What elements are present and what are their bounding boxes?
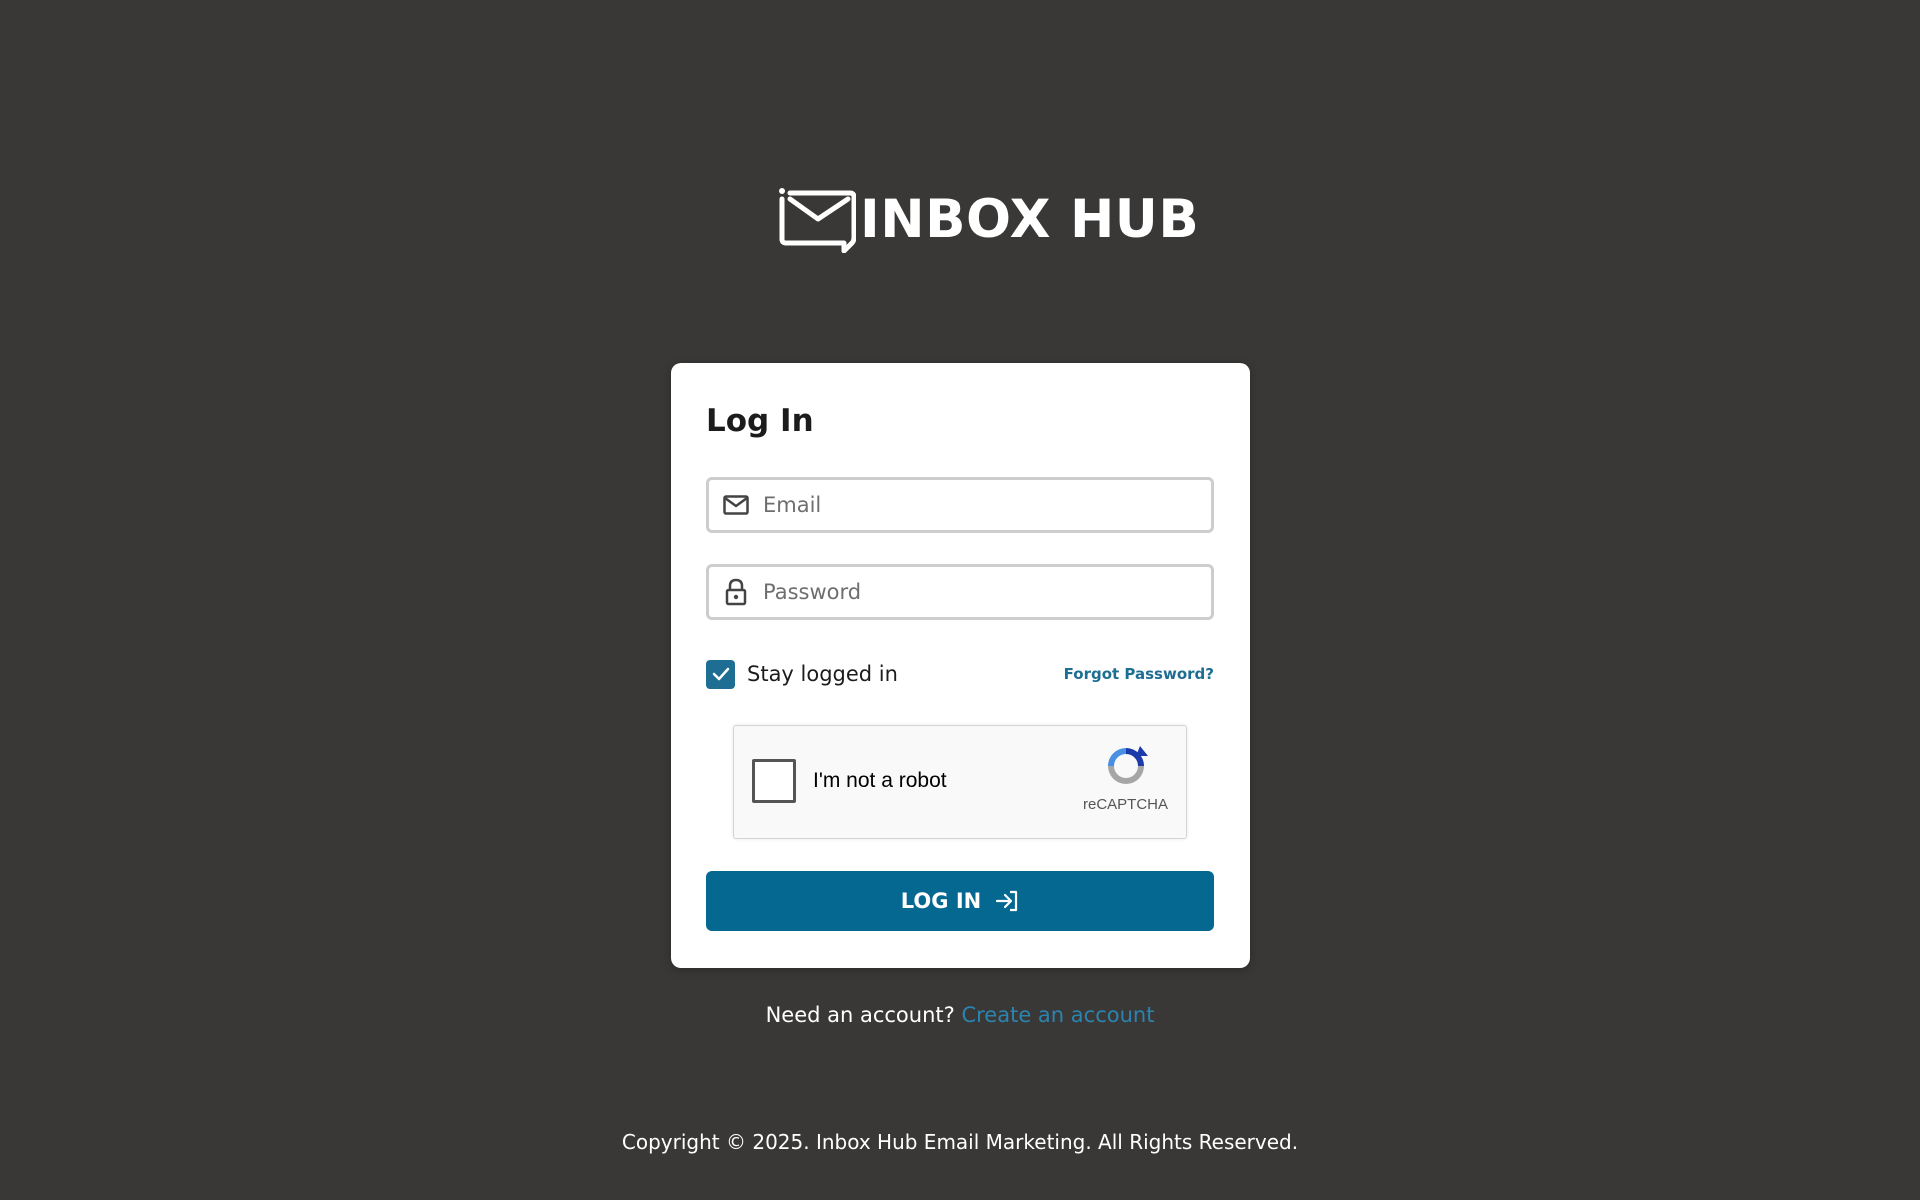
brand-name: INBOX HUB [860, 189, 1200, 250]
envelope-chat-icon [779, 188, 856, 253]
stay-logged-in-label: Stay logged in [747, 662, 898, 686]
login-card: Log In Email Stay logged in Forgot Passw… [671, 363, 1250, 968]
email-input[interactable] [763, 480, 1211, 530]
login-button[interactable]: LOG IN [706, 871, 1214, 931]
password-input[interactable] [763, 567, 1211, 617]
lock-icon [709, 567, 763, 617]
brand-logo: INBOX HUB [778, 187, 1199, 253]
recaptcha-widget: I'm not a robot reCAPTCHA [733, 725, 1187, 839]
recaptcha-checkbox[interactable] [752, 759, 796, 803]
mail-icon [709, 480, 763, 530]
checkmark-icon [712, 667, 729, 681]
login-title: Log In [706, 403, 814, 439]
email-field[interactable] [706, 477, 1214, 533]
signup-text: Need an account? [765, 1003, 955, 1027]
recaptcha-brand: reCAPTCHA [1082, 796, 1168, 813]
login-arrow-icon [996, 890, 1018, 912]
password-field[interactable] [706, 564, 1214, 620]
login-page: INBOX HUB Log In Email Stay logged in Fo… [0, 0, 1920, 1200]
recaptcha-label: I'm not a robot [813, 769, 947, 792]
forgot-password-link[interactable]: Forgot Password? [1064, 665, 1214, 683]
login-button-label: LOG IN [900, 889, 982, 913]
stay-logged-in[interactable]: Stay logged in [706, 659, 898, 689]
signup-prompt: Need an account? Create an account [0, 1003, 1920, 1027]
footer-copyright: Copyright © 2025. Inbox Hub Email Market… [621, 1130, 1299, 1154]
recaptcha-icon [1108, 746, 1148, 784]
create-account-link[interactable]: Create an account [961, 1003, 1154, 1027]
login-options: Stay logged in Forgot Password? [706, 659, 1214, 689]
stay-logged-in-checkbox[interactable] [706, 659, 735, 689]
